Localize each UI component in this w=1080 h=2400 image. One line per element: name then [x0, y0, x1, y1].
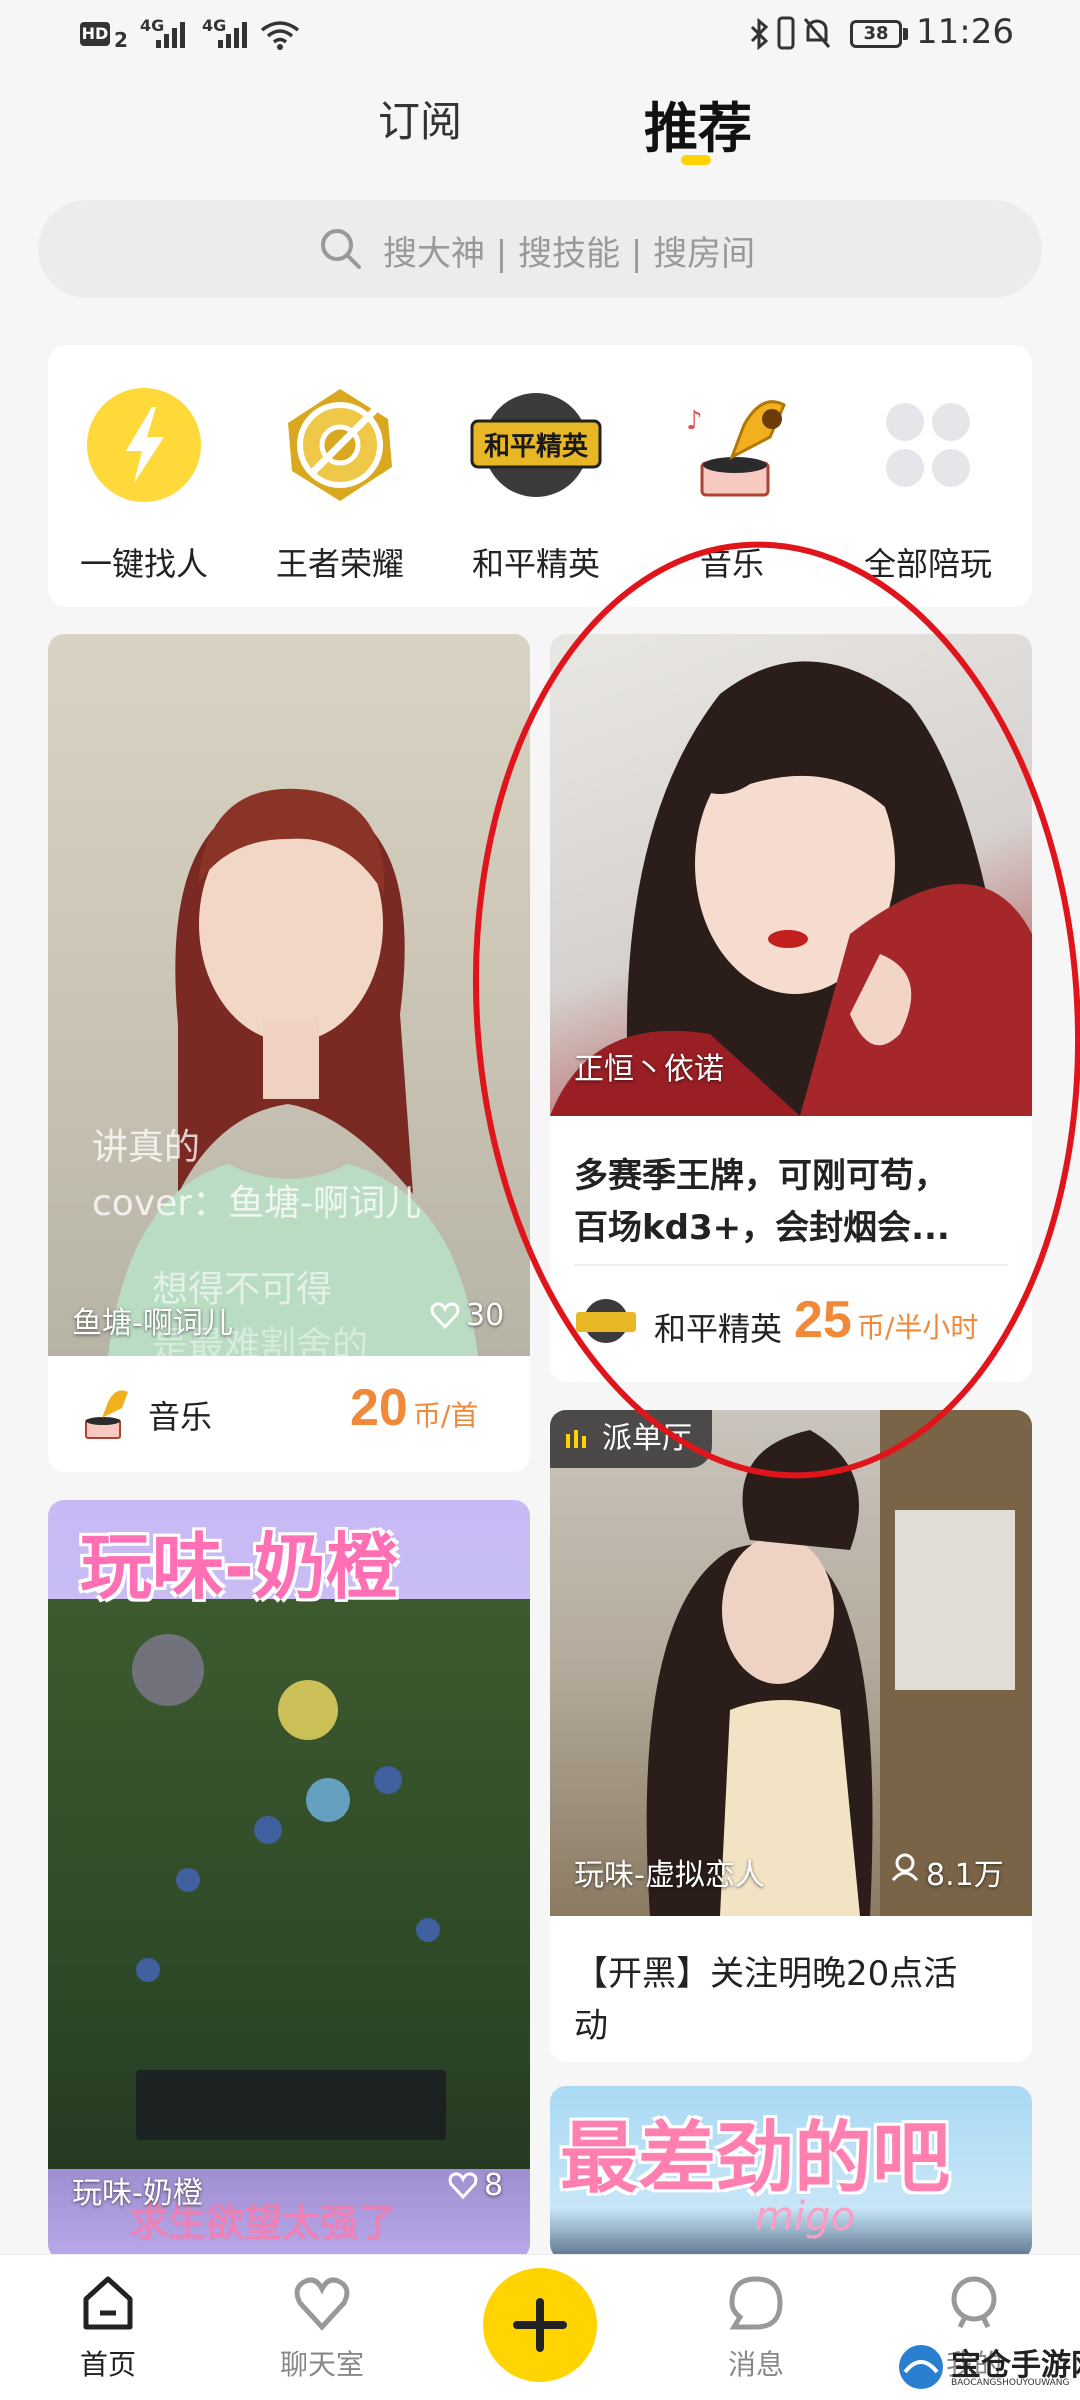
category-all[interactable]: 全部陪玩 — [838, 385, 1018, 585]
profile-photo: 讲真的 cover：鱼塘-啊词儿 想得不可得 是最难割舍的 鱼塘-啊词儿 30 — [48, 634, 530, 1356]
category-label: 一键找人 — [79, 545, 208, 583]
hd-label: HD — [81, 24, 109, 43]
nav-messages[interactable]: 消息 — [696, 2273, 816, 2383]
tab-active-indicator — [681, 155, 711, 165]
audio-bars-icon — [566, 1430, 586, 1448]
heart-outline-icon — [448, 2172, 478, 2200]
room-desc-line2: 动 — [574, 2006, 608, 2046]
lyric-line-2: cover：鱼塘-啊词儿 — [92, 1183, 422, 1224]
lyric-line-1: 讲真的 — [92, 1127, 201, 1168]
nav-home[interactable]: 首页 — [48, 2273, 168, 2383]
live-room-card[interactable]: 最差劲的吧 migo — [550, 2086, 1032, 2260]
gramophone-icon: ♪ — [672, 385, 792, 505]
vibrate-icon — [777, 16, 795, 50]
nav-label: 聊天室 — [279, 2348, 364, 2381]
host-name: 鱼塘-啊词儿 — [72, 1306, 233, 1341]
category-label: 和平精英 — [471, 545, 600, 583]
search-placeholder: 搜大神 | 搜技能 | 搜房间 — [383, 234, 756, 274]
battery-tip — [903, 28, 908, 40]
signal-icon-1 — [156, 22, 185, 48]
room-cover: 派单厅 玩味-虚拟恋人 8.1万 — [550, 1410, 1032, 1916]
create-button[interactable] — [483, 2268, 597, 2382]
watermark-logo-icon — [899, 2345, 943, 2389]
card-price-unit: 币/半小时 — [856, 1311, 979, 1344]
card-price-row: 20 币/首 — [350, 1378, 478, 1438]
signal-icon-2 — [218, 22, 247, 48]
svg-text:♪: ♪ — [686, 406, 703, 436]
status-bar: HD 2 4G 4G 38 11:26 — [0, 0, 1080, 70]
card-desc-line1: 多赛季王牌，可刚可苟， — [574, 1156, 948, 1196]
lightning-icon — [84, 385, 204, 505]
like-count: 30 — [466, 1298, 505, 1333]
tab-subscribe[interactable]: 订阅 — [378, 88, 462, 149]
category-music[interactable]: ♪ 音乐 — [642, 385, 822, 585]
divider — [574, 1264, 1008, 1266]
card-price: 20 — [350, 1379, 408, 1437]
watermark-url: BAOCANGSHOUYOUWANG — [951, 2378, 1070, 2388]
category-bar: 一键找人 王者荣耀 和平精英 和平精英 ♪ 音乐 全部陪玩 — [48, 345, 1032, 607]
search-icon — [321, 229, 361, 269]
category-peace-elite[interactable]: 和平精英 和平精英 — [446, 385, 626, 585]
card-price-row: 25 币/半小时 — [794, 1290, 978, 1350]
search-bar[interactable]: 搜大神 | 搜技能 | 搜房间 — [38, 200, 1042, 298]
nav-chatroom[interactable]: 聊天室 — [262, 2273, 382, 2383]
room-cover: 玩味-奶橙 求生欲望太强了 玩味-奶橙 8 — [48, 1500, 530, 2260]
category-label: 音乐 — [699, 545, 764, 583]
category-label: 全部陪玩 — [863, 545, 992, 583]
category-honor-of-kings[interactable]: 王者荣耀 — [250, 385, 430, 585]
battery-icon: 38 — [850, 20, 902, 48]
heart-outline-icon — [430, 1302, 460, 1330]
person-icon — [891, 1853, 919, 1882]
card-game: 和平精英 — [654, 1310, 783, 1348]
tag-label: 派单厅 — [602, 1421, 692, 1456]
room-name: 玩味-奶橙 — [72, 2176, 203, 2211]
hd-icon: HD — [80, 22, 110, 46]
card-price: 25 — [794, 1291, 852, 1349]
card-price-unit: 币/首 — [412, 1399, 479, 1432]
peace-elite-badge-text: 和平精英 — [484, 432, 589, 462]
wifi-icon — [260, 21, 300, 50]
honor-of-kings-icon — [280, 385, 400, 505]
host-name: 正恒丶依诺 — [574, 1052, 724, 1087]
hd-sub: 2 — [114, 28, 128, 52]
room-banner-sub: migo — [755, 2194, 855, 2240]
profile-card[interactable]: 正恒丶依诺 多赛季王牌，可刚可苟， 百场kd3+，会封烟会... 和平精英 25… — [550, 634, 1032, 1382]
room-banner-title: 最差劲的吧 — [560, 2114, 951, 2204]
live-room-card[interactable]: 派单厅 玩味-虚拟恋人 8.1万 【开黑】关注明晚20点活 动 — [550, 1410, 1032, 2062]
message-icon — [729, 2276, 783, 2330]
gramophone-icon — [85, 1390, 128, 1439]
like-count: 8 — [484, 2168, 504, 2203]
nav-label: 消息 — [727, 2348, 784, 2381]
peace-elite-icon — [576, 1299, 636, 1343]
plus-icon — [513, 2298, 567, 2352]
bluetooth-icon — [750, 18, 769, 50]
heart-icon — [294, 2277, 350, 2331]
battery-level: 38 — [863, 23, 889, 44]
room-banner-title: 玩味-奶橙 — [80, 1525, 398, 1609]
profile-photo: 正恒丶依诺 — [550, 634, 1032, 1116]
card-desc-line2: 百场kd3+，会封烟会... — [574, 1208, 950, 1248]
live-room-card[interactable]: 玩味-奶橙 求生欲望太强了 玩味-奶橙 8 — [48, 1500, 530, 2260]
listener-count: 8.1万 — [926, 1858, 1004, 1893]
room-desc-line1: 【开黑】关注明晚20点活 — [574, 1954, 958, 1994]
mute-bell-icon — [803, 18, 831, 48]
nav-label: 首页 — [79, 2348, 136, 2381]
tab-recommend[interactable]: 推荐 — [644, 84, 752, 163]
room-cover: 最差劲的吧 migo — [550, 2086, 1032, 2260]
tag-dispatch: 派单厅 — [550, 1410, 712, 1468]
watermark: 宝仓手游网 BAOCANGSHOUYOUWANG — [895, 2336, 1080, 2398]
category-label: 王者荣耀 — [275, 545, 404, 583]
card-category: 音乐 — [148, 1398, 213, 1436]
category-quick-match[interactable]: 一键找人 — [54, 385, 234, 585]
peace-elite-icon: 和平精英 — [470, 385, 602, 505]
all-grid-icon — [868, 385, 988, 505]
profile-icon — [951, 2276, 997, 2329]
clock: 11:26 — [916, 12, 1014, 52]
home-icon — [83, 2276, 133, 2330]
profile-card[interactable]: 讲真的 cover：鱼塘-啊词儿 想得不可得 是最难割舍的 鱼塘-啊词儿 30 … — [48, 634, 530, 1472]
room-name: 玩味-虚拟恋人 — [574, 1858, 765, 1893]
